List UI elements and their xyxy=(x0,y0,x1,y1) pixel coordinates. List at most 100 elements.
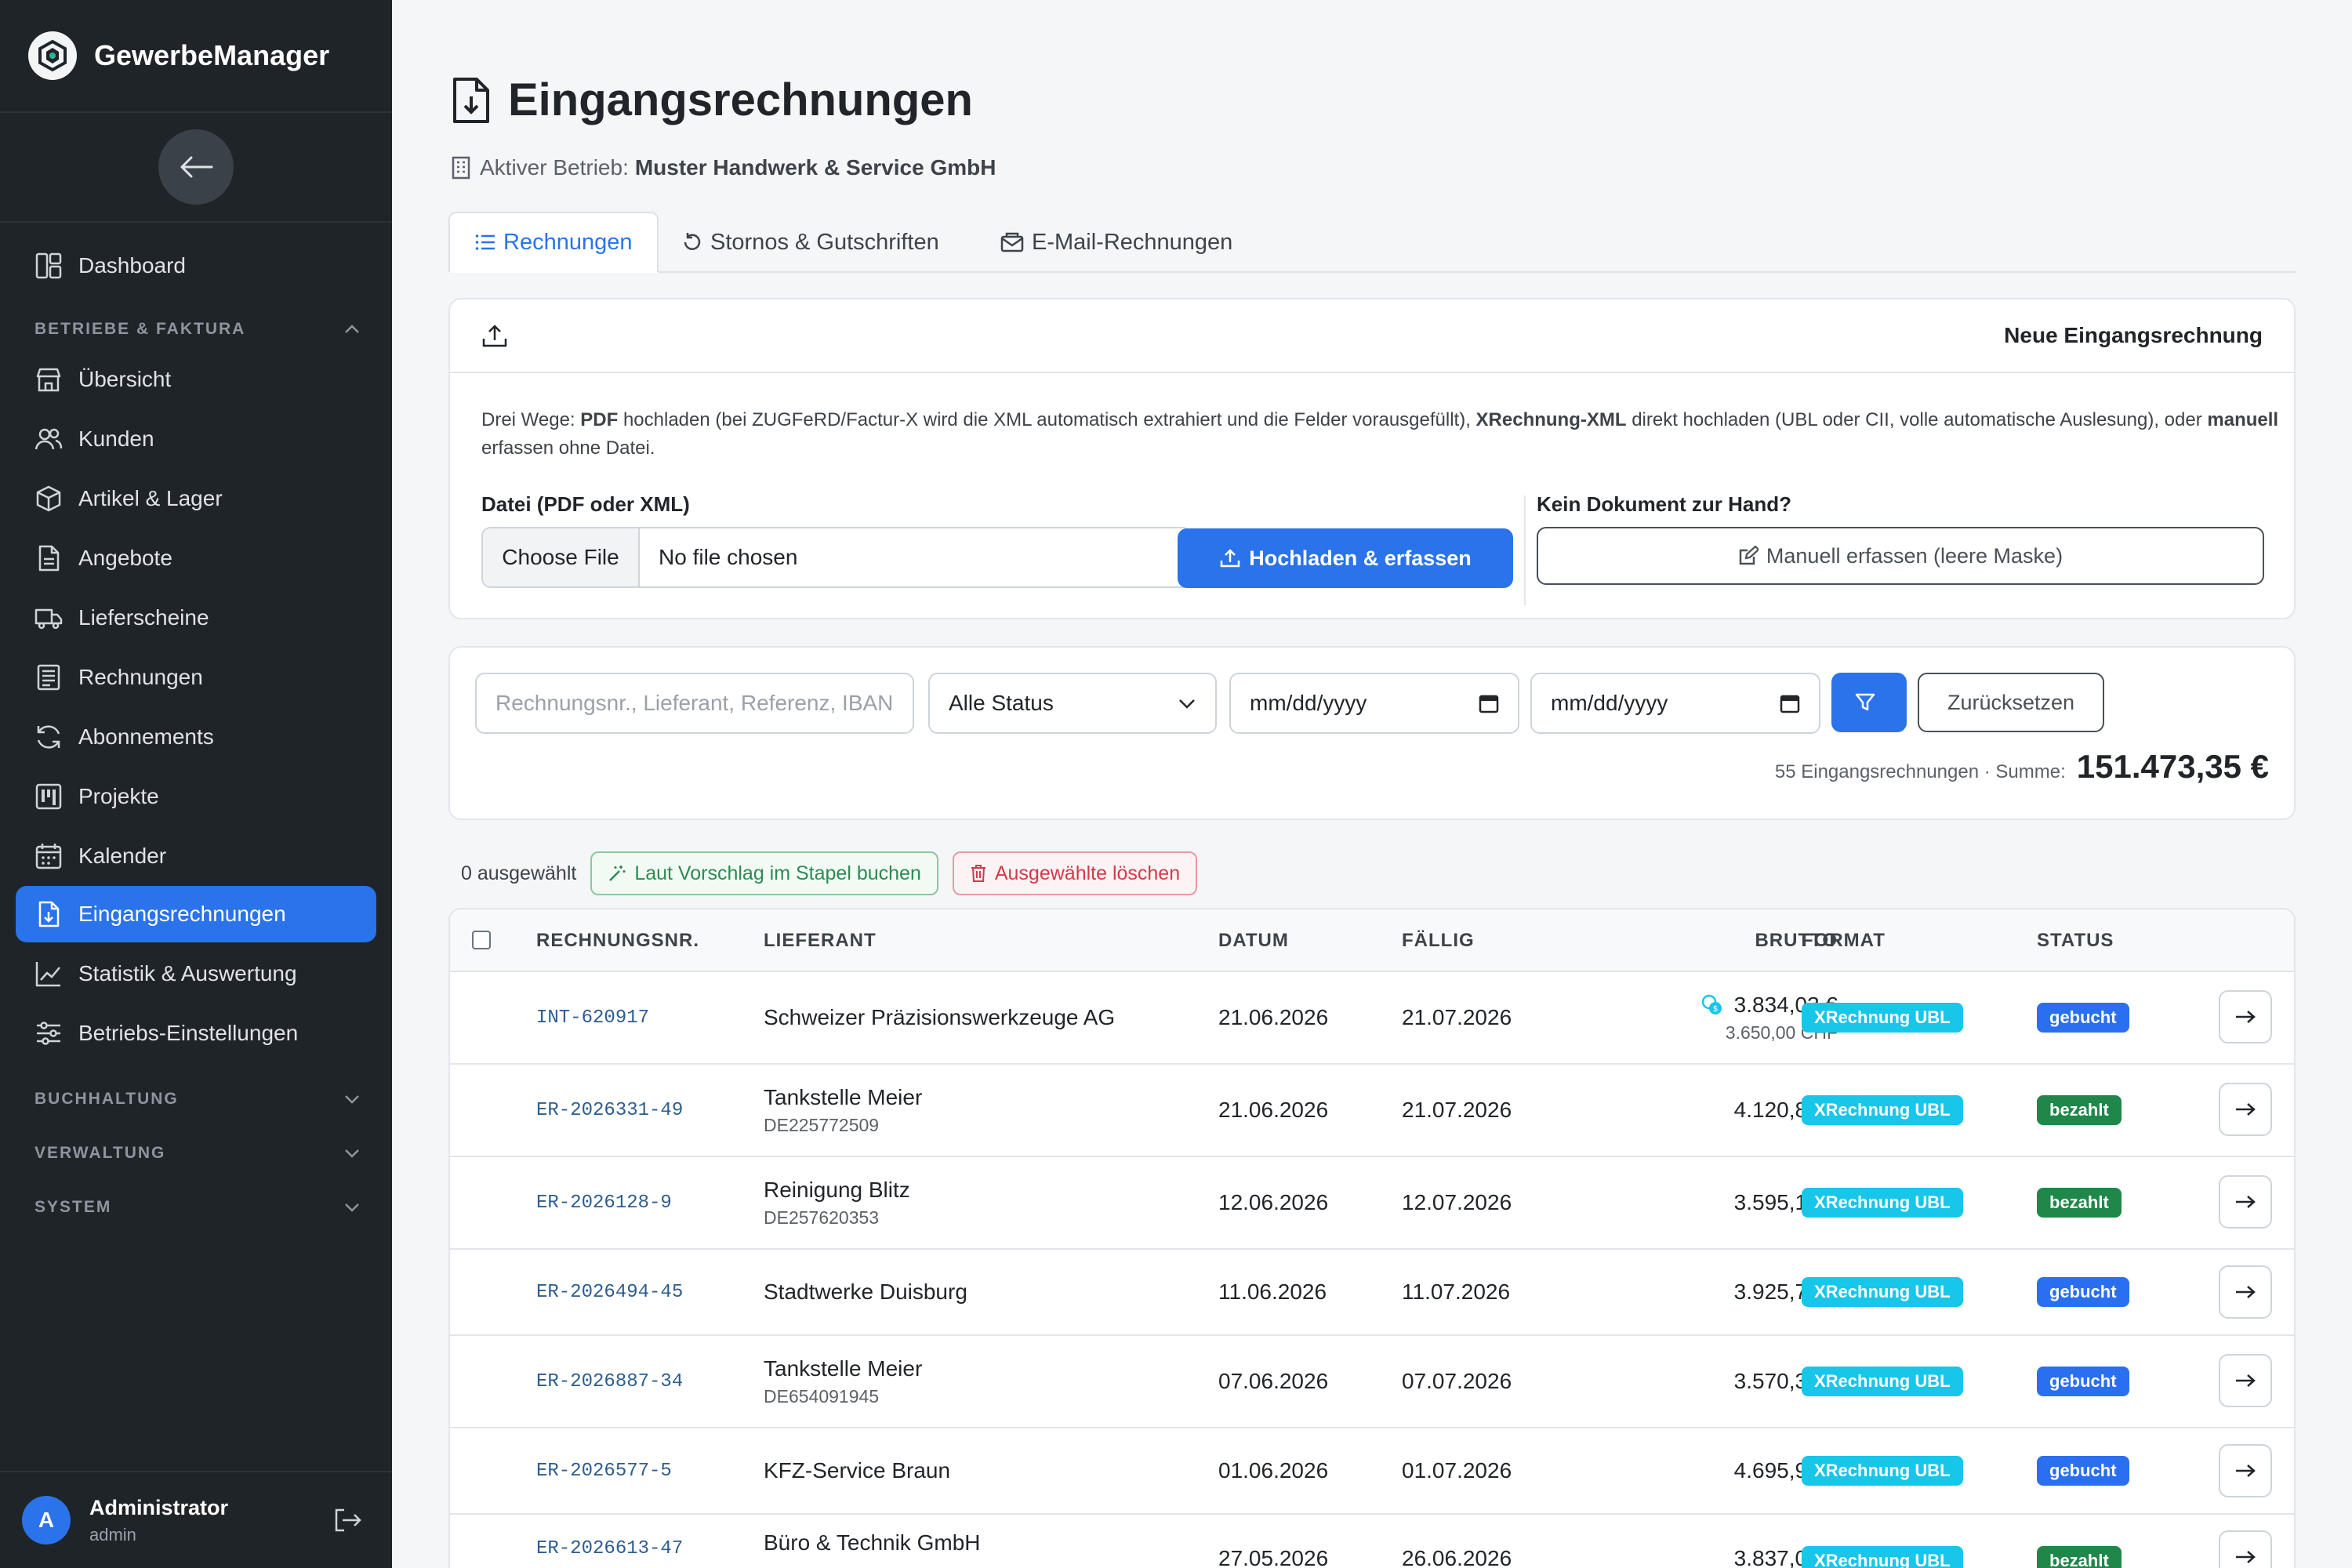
supplier-name: Reinigung Blitz xyxy=(764,1177,910,1202)
open-invoice-button[interactable] xyxy=(2219,1354,2272,1407)
sidebar: GewerbeManager Dashboard BETRIEBE & FAKT… xyxy=(0,0,392,1568)
file-input[interactable]: Choose File No file chosen xyxy=(481,527,1192,588)
date-cell: 01.06.2026 xyxy=(1218,1458,1329,1483)
open-invoice-button[interactable] xyxy=(2219,1175,2272,1229)
invoice-number[interactable]: INT-620917 xyxy=(536,972,649,1063)
logout-button[interactable] xyxy=(332,1507,362,1534)
sidebar-item-kalender[interactable]: Kalender xyxy=(16,828,376,884)
format-badge: XRechnung UBL xyxy=(1802,1188,1963,1218)
supplier-cell: Tankstelle Meier DE225772509 xyxy=(764,1065,922,1156)
brand[interactable]: GewerbeManager xyxy=(0,0,392,113)
invoice-number[interactable]: ER-2026128-9 xyxy=(536,1157,672,1248)
delete-selected-button[interactable]: Ausgewählte löschen xyxy=(952,851,1198,895)
invoice-number[interactable]: ER-2026577-5 xyxy=(536,1428,672,1513)
open-invoice-button[interactable] xyxy=(2219,990,2272,1044)
sidebar-item-betriebs-einstellungen[interactable]: Betriebs-Einstellungen xyxy=(16,1005,376,1062)
column-header-number[interactable]: RECHNUNGSNR. xyxy=(536,909,699,972)
status-cell: bezahlt xyxy=(2037,1157,2122,1248)
section-buchhaltung[interactable]: BUCHHALTUNG xyxy=(34,1090,361,1109)
format-cell: XRechnung UBL xyxy=(1802,1428,1963,1513)
sidebar-item-abonnements[interactable]: Abonnements xyxy=(16,709,376,765)
column-header-status[interactable]: STATUS xyxy=(2037,909,2114,972)
envelope-icon xyxy=(1000,232,1024,252)
delete-selected-label: Ausgewählte löschen xyxy=(994,862,1181,884)
sidebar-item-eingangsrechnungen[interactable]: Eingangsrechnungen xyxy=(16,886,376,942)
sidebar-item-angebote[interactable]: Angebote xyxy=(16,530,376,586)
sidebar-item-kunden[interactable]: Kunden xyxy=(16,411,376,467)
table-row[interactable]: ER-2026577-5 KFZ-Service Braun 01.06.202… xyxy=(450,1428,2294,1515)
format-badge: XRechnung UBL xyxy=(1802,1367,1963,1396)
section-system[interactable]: SYSTEM xyxy=(34,1198,361,1217)
select-all-checkbox[interactable] xyxy=(472,931,491,949)
invoice-count: 55 Eingangsrechnungen · Summe: xyxy=(1774,761,2066,782)
sidebar-item-rechnungen[interactable]: Rechnungen xyxy=(16,649,376,706)
sidebar-item-statistik[interactable]: Statistik & Auswertung xyxy=(16,946,376,1002)
file-label: Datei (PDF oder XML) xyxy=(481,492,690,516)
sidebar-item-label: Übersicht xyxy=(78,367,172,391)
tab-stornos-gutschriften[interactable]: Stornos & Gutschriften xyxy=(682,212,939,273)
table-row[interactable]: ER-2026494-45 Stadtwerke Duisburg 11.06.… xyxy=(450,1250,2294,1336)
format-badge: XRechnung UBL xyxy=(1802,1546,1963,1568)
supplier-name: Büro & Technik GmbH xyxy=(764,1530,981,1555)
chevron-down-icon xyxy=(1179,699,1195,709)
invoice-number[interactable]: ER-2026887-34 xyxy=(536,1336,683,1427)
filter-button[interactable] xyxy=(1831,673,1907,732)
supplier-cell: Schweizer Präzisionswerkzeuge AG xyxy=(764,972,1115,1063)
supplier-cell: Reinigung Blitz DE257620353 xyxy=(764,1157,910,1248)
magic-wand-icon xyxy=(609,866,626,881)
status-select[interactable]: Alle Status xyxy=(928,673,1217,734)
status-badge: gebucht xyxy=(2037,1367,2129,1396)
tab-email-rechnungen[interactable]: E-Mail-Rechnungen xyxy=(1000,212,1232,273)
table-row[interactable]: INT-620917 Schweizer Präzisionswerkzeuge… xyxy=(450,972,2294,1065)
column-header-date[interactable]: DATUM xyxy=(1218,909,1289,972)
sidebar-item-dashboard[interactable]: Dashboard xyxy=(16,238,376,294)
supplier-cell: Stadtwerke Duisburg xyxy=(764,1250,967,1334)
date-from-input[interactable]: mm/dd/yyyy xyxy=(1229,673,1519,734)
sidebar-item-projekte[interactable]: Projekte xyxy=(16,768,376,825)
svg-text:$: $ xyxy=(1713,1005,1718,1014)
date-to-input[interactable]: mm/dd/yyyy xyxy=(1530,673,1820,734)
sidebar-item-artikel-lager[interactable]: Artikel & Lager xyxy=(16,470,376,527)
collapse-sidebar-button[interactable] xyxy=(158,129,234,205)
table-row[interactable]: ER-2026128-9 Reinigung Blitz DE257620353 … xyxy=(450,1157,2294,1250)
arrow-right-icon xyxy=(2236,1011,2256,1023)
choose-file-button[interactable]: Choose File xyxy=(483,528,640,586)
invoice-number[interactable]: ER-2026613-47 xyxy=(536,1538,683,1559)
status-badge: bezahlt xyxy=(2037,1095,2122,1125)
sidebar-item-lieferscheine[interactable]: Lieferscheine xyxy=(16,590,376,646)
open-invoice-button[interactable] xyxy=(2219,1530,2272,1568)
upload-button[interactable]: Hochladen & erfassen xyxy=(1178,528,1513,588)
user-name: Administrator xyxy=(89,1495,229,1519)
open-invoice-button[interactable] xyxy=(2219,1444,2272,1497)
sidebar-item-uebersicht[interactable]: Übersicht xyxy=(16,351,376,408)
invoice-sum: 151.473,35 € xyxy=(2076,748,2269,785)
section-verwaltung[interactable]: VERWALTUNG xyxy=(34,1144,361,1163)
open-invoice-button[interactable] xyxy=(2219,1083,2272,1136)
invoice-number[interactable]: ER-2026494-45 xyxy=(536,1250,683,1334)
batch-book-button[interactable]: Laut Vorschlag im Stapel buchen xyxy=(590,851,938,895)
sidebar-item-label: Kalender xyxy=(78,844,167,868)
tab-rechnungen[interactable]: Rechnungen xyxy=(448,212,659,273)
table-row[interactable]: ER-2026613-47 Büro & Technik GmbH 27.05.… xyxy=(450,1515,2294,1568)
avatar[interactable]: A xyxy=(22,1496,71,1544)
status-badge: gebucht xyxy=(2037,1277,2129,1307)
invoice-number[interactable]: ER-2026331-49 xyxy=(536,1065,683,1156)
due-cell: 12.07.2026 xyxy=(1402,1190,1512,1214)
section-betriebe-faktura[interactable]: BETRIEBE & FAKTURA xyxy=(34,320,361,339)
search-input[interactable]: Rechnungsnr., Lieferant, Referenz, IBAN xyxy=(475,673,914,734)
column-header-supplier[interactable]: LIEFERANT xyxy=(764,909,877,972)
table-row[interactable]: ER-2026331-49 Tankstelle Meier DE22577250… xyxy=(450,1065,2294,1157)
date-cell: 11.06.2026 xyxy=(1218,1279,1327,1304)
manual-entry-button[interactable]: Manuell erfassen (leere Maske) xyxy=(1537,527,2264,585)
status-cell: gebucht xyxy=(2037,1428,2129,1513)
column-header-due[interactable]: FÄLLIG xyxy=(1402,909,1475,972)
supplier-name: Tankstelle Meier xyxy=(764,1084,923,1109)
search-placeholder: Rechnungsnr., Lieferant, Referenz, IBAN xyxy=(495,691,894,715)
table-row[interactable]: ER-2026887-34 Tankstelle Meier DE65409194… xyxy=(450,1336,2294,1428)
reset-button[interactable]: Zurücksetzen xyxy=(1918,673,2104,732)
open-invoice-button[interactable] xyxy=(2219,1265,2272,1319)
date-cell: 07.06.2026 xyxy=(1218,1369,1329,1393)
column-header-format[interactable]: FORMAT xyxy=(1802,909,1886,972)
chevron-up-icon xyxy=(345,325,359,333)
due-cell: 26.06.2026 xyxy=(1402,1546,1512,1568)
